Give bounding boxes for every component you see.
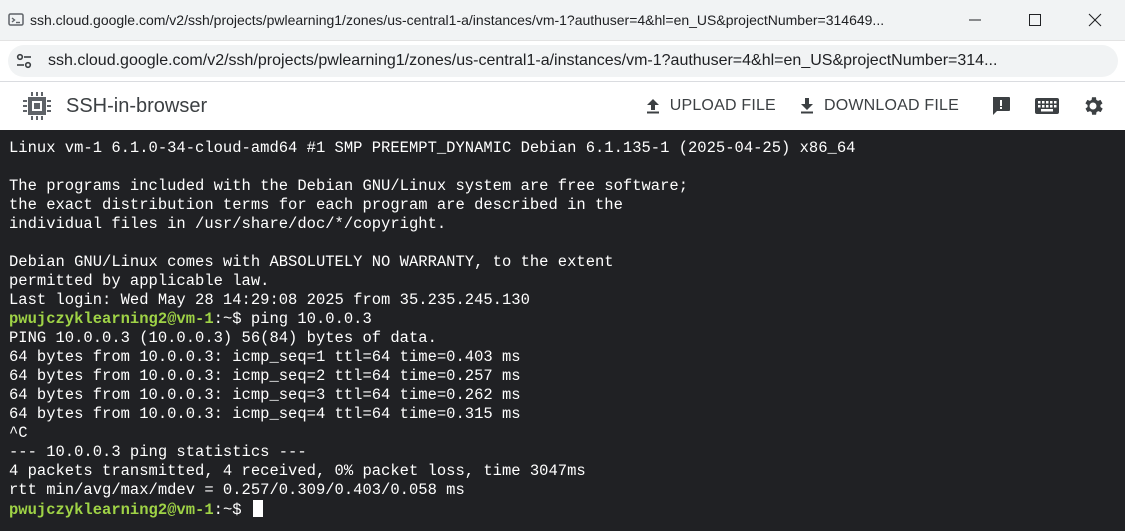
settings-button[interactable] <box>1073 82 1113 130</box>
address-bar: ssh.cloud.google.com/v2/ssh/projects/pwl… <box>0 41 1125 82</box>
download-icon <box>800 98 813 114</box>
prompt-user-host: pwujczyklearning2@vm-1 <box>9 501 214 519</box>
close-button[interactable] <box>1065 0 1125 40</box>
prompt-line: pwujczyklearning2@vm-1:~$ ping 10.0.0.3 <box>9 310 1116 329</box>
terminal-output-line: 4 packets transmitted, 4 received, 0% pa… <box>9 462 586 480</box>
minimize-button[interactable] <box>945 0 1005 40</box>
terminal-line: Linux vm-1 6.1.0-34-cloud-amd64 #1 SMP P… <box>9 139 856 157</box>
terminal-line: permitted by applicable law. <box>9 272 270 290</box>
active-prompt-line[interactable]: pwujczyklearning2@vm-1:~$ <box>9 500 1116 519</box>
prompt-suffix: :~$ <box>213 310 251 328</box>
prompt-suffix: :~$ <box>213 501 251 519</box>
keyboard-button[interactable] <box>1027 82 1067 130</box>
window-controls <box>945 0 1125 40</box>
upload-icon <box>646 99 659 114</box>
site-settings-icon[interactable] <box>12 49 36 73</box>
terminal-cursor <box>252 500 263 517</box>
feedback-button[interactable] <box>981 82 1021 130</box>
chip-logo-icon <box>23 92 51 120</box>
feedback-icon <box>993 97 1010 115</box>
download-file-button[interactable]: DOWNLOAD FILE <box>798 97 959 115</box>
app-title: SSH-in-browser <box>66 94 208 117</box>
terminal-output-line: ^C <box>9 424 28 442</box>
url-field[interactable]: ssh.cloud.google.com/v2/ssh/projects/pwl… <box>8 45 1118 77</box>
terminal-output-line: PING 10.0.0.3 (10.0.0.3) 56(84) bytes of… <box>9 329 437 347</box>
prompt-user-host: pwujczyklearning2@vm-1 <box>9 310 214 328</box>
upload-file-label: UPLOAD FILE <box>669 97 776 114</box>
maximize-button[interactable] <box>1005 0 1065 40</box>
upload-file-button[interactable]: UPLOAD FILE <box>644 97 776 115</box>
terminal-output-line: 64 bytes from 10.0.0.3: icmp_seq=2 ttl=6… <box>9 367 521 385</box>
header-actions: UPLOAD FILE DOWNLOAD FILE <box>644 82 1125 130</box>
site-icon <box>8 13 24 26</box>
terminal-line: The programs included with the Debian GN… <box>9 177 689 195</box>
terminal-line: Last login: Wed May 28 14:29:08 2025 fro… <box>9 291 530 309</box>
terminal-output-line: rtt min/avg/max/mdev = 0.257/0.309/0.403… <box>9 481 465 499</box>
window-titlebar: ssh.cloud.google.com/v2/ssh/projects/pwl… <box>0 0 1125 41</box>
terminal-line: individual files in /usr/share/doc/*/cop… <box>9 215 447 233</box>
keyboard-icon <box>1035 98 1059 114</box>
terminal-output-line: --- 10.0.0.3 ping statistics --- <box>9 443 307 461</box>
terminal-line: the exact distribution terms for each pr… <box>9 196 623 214</box>
terminal-output-line: 64 bytes from 10.0.0.3: icmp_seq=4 ttl=6… <box>9 405 521 423</box>
gear-icon <box>1085 97 1103 115</box>
terminal-line: Debian GNU/Linux comes with ABSOLUTELY N… <box>9 253 614 271</box>
url-text: ssh.cloud.google.com/v2/ssh/projects/pwl… <box>48 52 998 69</box>
terminal-output-line: 64 bytes from 10.0.0.3: icmp_seq=3 ttl=6… <box>9 386 521 404</box>
terminal-output-line: 64 bytes from 10.0.0.3: icmp_seq=1 ttl=6… <box>9 348 521 366</box>
minimize-icon <box>969 19 981 21</box>
terminal[interactable]: Linux vm-1 6.1.0-34-cloud-amd64 #1 SMP P… <box>0 130 1125 531</box>
window-title: ssh.cloud.google.com/v2/ssh/projects/pwl… <box>30 12 885 28</box>
download-file-label: DOWNLOAD FILE <box>823 97 959 114</box>
app-header: SSH-in-browser UPLOAD FILE DOWNLOAD FILE <box>0 82 1125 130</box>
close-icon <box>1088 13 1102 27</box>
maximize-icon <box>1029 14 1041 26</box>
command-text: ping 10.0.0.3 <box>250 310 372 328</box>
